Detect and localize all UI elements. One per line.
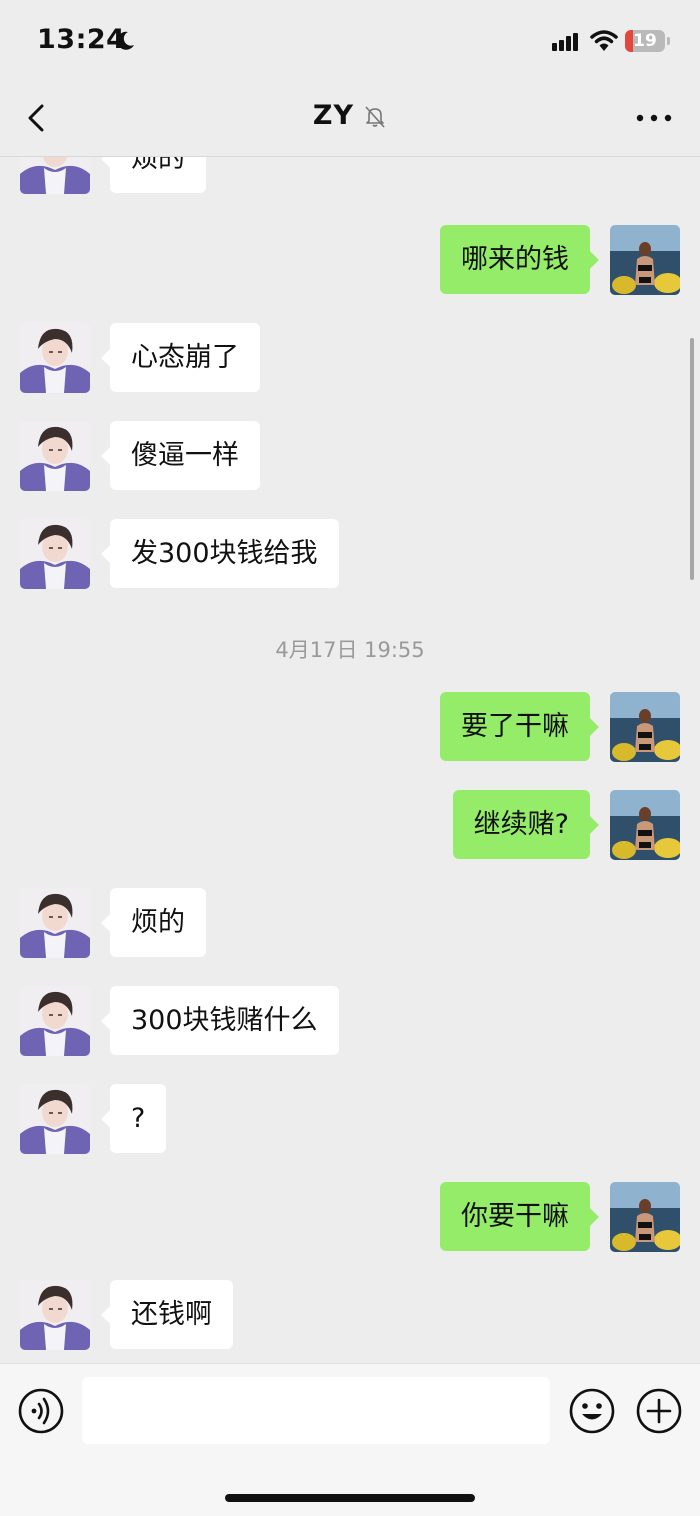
cellular-signal-icon: [552, 33, 578, 51]
message-bubble[interactable]: 心态崩了: [110, 323, 260, 392]
moon-icon: [117, 31, 134, 50]
self-avatar[interactable]: [610, 225, 680, 295]
contact-avatar[interactable]: [20, 421, 90, 491]
battery-icon: 19: [625, 30, 670, 52]
outgoing-message: 要了干嘛: [0, 692, 700, 762]
contact-avatar[interactable]: [20, 323, 90, 393]
incoming-message: ?: [0, 1084, 700, 1154]
self-avatar[interactable]: [610, 1182, 680, 1252]
input-bar: [0, 1363, 700, 1516]
incoming-message: 傻逼一样: [0, 421, 700, 491]
self-avatar[interactable]: [610, 790, 680, 860]
message-bubble[interactable]: 哪来的钱: [440, 225, 590, 294]
message-bubble[interactable]: 300块钱赌什么: [110, 986, 339, 1055]
mute-bell-icon: [365, 105, 385, 128]
message-bubble[interactable]: 你要干嘛: [440, 1182, 590, 1251]
chat-title: ZY: [312, 100, 355, 131]
incoming-message: 还钱啊: [0, 1280, 700, 1350]
chat-header: ZY: [0, 80, 700, 157]
contact-avatar[interactable]: [20, 1084, 90, 1154]
contact-avatar[interactable]: [20, 519, 90, 589]
incoming-message: 烦的: [0, 157, 700, 194]
outgoing-message: 你要干嘛: [0, 1182, 700, 1252]
home-indicator[interactable]: [225, 1494, 475, 1502]
scrollbar[interactable]: [690, 338, 694, 580]
voice-icon[interactable]: [18, 1388, 64, 1434]
message-list[interactable]: 烦的 哪来的钱 心态崩了 傻逼一样 发300块钱给我 4月17日 19:55 要了干嘛 继续赌…: [0, 157, 700, 1363]
message-bubble[interactable]: 还钱啊: [110, 1280, 233, 1349]
emoji-icon[interactable]: [569, 1388, 615, 1434]
message-bubble[interactable]: 要了干嘛: [440, 692, 590, 761]
message-bubble[interactable]: 傻逼一样: [110, 421, 260, 490]
wifi-icon: [590, 30, 618, 51]
battery-level: 19: [633, 31, 657, 51]
status-bar: 13:24 19: [0, 0, 700, 80]
incoming-message: 300块钱赌什么: [0, 986, 700, 1056]
message-bubble[interactable]: 发300块钱给我: [110, 519, 339, 588]
plus-icon[interactable]: [636, 1388, 682, 1434]
message-bubble[interactable]: 烦的: [110, 888, 206, 957]
outgoing-message: 继续赌?: [0, 790, 700, 860]
contact-avatar[interactable]: [20, 157, 90, 194]
self-avatar[interactable]: [610, 692, 680, 762]
incoming-message: 心态崩了: [0, 323, 700, 393]
message-bubble[interactable]: 烦的: [110, 157, 206, 193]
message-bubble[interactable]: 继续赌?: [452, 790, 590, 859]
incoming-message: 发300块钱给我: [0, 519, 700, 589]
outgoing-message: 哪来的钱: [0, 225, 700, 295]
incoming-message: 烦的: [0, 888, 700, 958]
timestamp: 4月17日 19:55: [275, 638, 425, 662]
status-time: 13:24: [37, 24, 126, 55]
contact-avatar[interactable]: [20, 986, 90, 1056]
message-input[interactable]: [82, 1377, 550, 1444]
contact-avatar[interactable]: [20, 888, 90, 958]
message-bubble[interactable]: ?: [110, 1084, 167, 1153]
contact-avatar[interactable]: [20, 1280, 90, 1350]
more-dots-icon[interactable]: [634, 110, 674, 126]
